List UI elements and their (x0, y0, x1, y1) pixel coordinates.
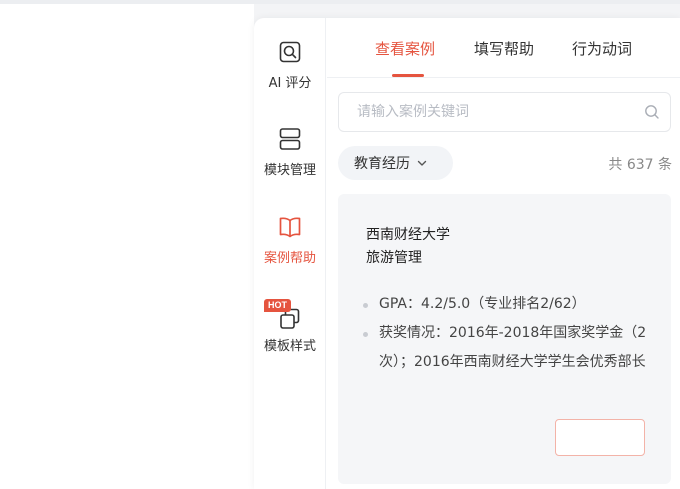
side-rail: AI 评分 模块管理 案例帮助 HOT 模板样式 (254, 18, 326, 489)
side-panel: AI 评分 模块管理 案例帮助 HOT 模板样式 查看案例 填写帮助 行为动词 … (254, 18, 680, 489)
rail-item-ai-score[interactable]: AI 评分 (254, 38, 326, 91)
tab-fill-help[interactable]: 填写帮助 (474, 38, 534, 59)
case-bullet-awards: 获奖情况：2016年-2018年国家奖学金（2次）；2016年西南财经大学学生会… (362, 319, 652, 377)
rail-item-label: 案例帮助 (263, 251, 316, 266)
rail-item-case-help[interactable]: 案例帮助 (254, 213, 326, 266)
result-count: 共 637 条 (608, 157, 672, 173)
search-icon[interactable] (644, 104, 660, 120)
case-bullet-gpa: GPA：4.2/5.0（专业排名2/62） (362, 290, 652, 319)
ai-score-icon (279, 41, 301, 63)
book-icon (279, 217, 301, 238)
modules-icon (279, 128, 301, 150)
rail-item-template-style[interactable]: HOT 模板样式 (254, 299, 326, 354)
tab-bar: 查看案例 填写帮助 行为动词 (327, 18, 680, 78)
filter-label: 教育经历 (354, 156, 410, 172)
case-card: 西南财经大学 旅游管理 GPA：4.2/5.0（专业排名2/62） 获奖情况：2… (338, 194, 671, 484)
tab-action-verbs[interactable]: 行为动词 (572, 38, 632, 59)
use-case-button[interactable] (555, 419, 645, 456)
active-tab-indicator (392, 74, 424, 77)
rail-item-modules[interactable]: 模块管理 (254, 125, 326, 178)
tab-view-cases[interactable]: 查看案例 (375, 38, 435, 59)
hot-badge: HOT (264, 299, 291, 312)
case-major: 旅游管理 (366, 250, 422, 266)
search-input[interactable] (339, 93, 629, 131)
search-box (338, 92, 671, 132)
case-school: 西南财经大学 (366, 227, 450, 243)
case-bullets: GPA：4.2/5.0（专业排名2/62） 获奖情况：2016年-2018年国家… (362, 290, 652, 371)
case-content: 查看案例 填写帮助 行为动词 教育经历 共 637 条 西南财经大学 旅游管理 … (327, 18, 680, 489)
main-canvas (0, 4, 254, 489)
rail-item-label: 模板样式 (263, 339, 316, 354)
chevron-down-icon (417, 160, 427, 166)
rail-item-label: AI 评分 (268, 76, 312, 91)
rail-item-label: 模块管理 (263, 163, 316, 178)
education-filter-dropdown[interactable]: 教育经历 (338, 146, 453, 180)
